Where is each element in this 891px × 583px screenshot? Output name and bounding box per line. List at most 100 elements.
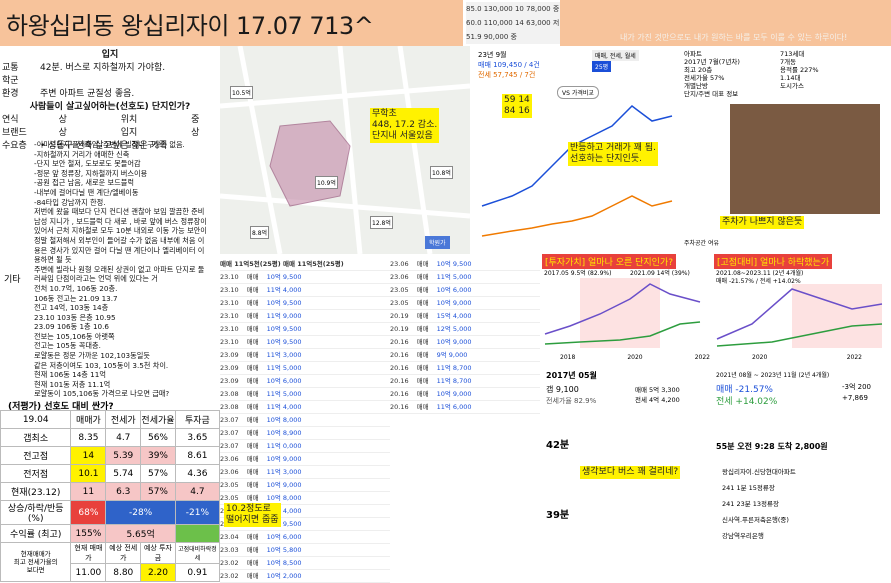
row-cell: 20.16 [390, 338, 409, 346]
row-cell: 매매 [416, 299, 429, 307]
cmp-cell: 3.65 [174, 428, 221, 447]
route-stop: 신사역.푸른저축은행(중) [722, 516, 789, 524]
table-row: 23.06 매매 10억 9,000 [220, 453, 390, 466]
row-label: 브랜드 [2, 128, 27, 138]
change-label: 상승/하락/반등(%) [0, 500, 72, 525]
row-cell: 23.10 [220, 312, 239, 320]
investment-chart: [투자가치] 얼마나 오른 단지인가? 2017.05 9.5억 (82.9%)… [540, 254, 710, 366]
table-row: 20.16 매매 11억 6,000 [390, 401, 540, 414]
table-row: 20.19 매매 15억 4,000 [390, 310, 540, 323]
rate-blank [174, 524, 221, 543]
row-cell: 23.08 [220, 403, 239, 411]
row-value: 42분. 버스로 지하철까지 가야함. [40, 63, 166, 73]
bottom-header: 예상 전세가 [105, 542, 142, 564]
row-cell: 23.07 [220, 442, 239, 450]
fact: 아파트 [684, 50, 702, 58]
map-price-tag[interactable]: 8.8억 [250, 226, 270, 239]
rate-label: 수익률 (최고) [0, 524, 72, 543]
row-cell: 매매 [246, 429, 259, 437]
row-cell: 23.05 [220, 481, 239, 489]
bottom-value: 11.00 [70, 563, 107, 582]
fact: 전세가율 57% [684, 74, 725, 82]
row-cell: 매매 [416, 351, 429, 359]
gap-panel: 2017년 05월 갭 9,100 전세가율 82.9% 매매 5억 3,300… [540, 366, 710, 575]
row-cell: 매매 [246, 533, 259, 541]
row-cell: 23.06 [220, 468, 239, 476]
sale-amount: -3억 200 [842, 383, 872, 391]
row-price: 11억 5,000 [436, 273, 472, 281]
list2-rows: 23.06 매매 10억 9,500 23.06 매매 11억 5,000 23.05 매매 1… [390, 258, 540, 414]
gap-date: 2017년 05월 [546, 371, 597, 380]
jeonse-amount: +7,869 [842, 394, 868, 402]
table-row: 23.07 매매 10억 8,900 [220, 427, 390, 440]
row-cell: 매매 [246, 572, 259, 580]
cmp-cell: 57% [140, 482, 176, 501]
gap-jeonse: 전세 4억 4,200 [635, 396, 680, 404]
row-price: 10억 9,500 [266, 325, 302, 333]
row-price: 10억 6,000 [266, 533, 302, 541]
commute-time: 39분 [546, 510, 570, 521]
row-price: 10억 2,000 [266, 572, 302, 580]
row-cell: 매매 [246, 377, 259, 385]
bus-note: 생각보다 버스 꽤 걸리네? [580, 466, 681, 479]
row-cell: 매매 [246, 351, 259, 359]
tick-label: 2020 [627, 354, 643, 361]
row-price: 12억 5,000 [436, 325, 472, 333]
list-tabs: 매매 11억5천(25평) 매매 11억5천(25평) [220, 258, 390, 271]
list1-rows: 23.10 매매 10억 9,500 23.10 매매 11억 4,000 23.10 매매 1… [220, 271, 390, 583]
row-price: 10억 9,000 [266, 455, 302, 463]
cmp-label: 전고점 [0, 446, 72, 465]
row-cell: 23.09 [220, 351, 239, 359]
row-key2: 위치 [120, 115, 138, 125]
list-tab[interactable]: 매매 11억5천(25평) [283, 260, 344, 268]
academy-button[interactable]: 학원가 [425, 236, 450, 249]
table-row: 23.10 매매 10억 9,500 [220, 297, 390, 310]
change-down: -28% [105, 500, 176, 525]
table-row: 23.06 매매 11억 5,000 [390, 271, 540, 284]
cmp-cell: 10.1 [70, 464, 107, 483]
chart2-axis: 2018 2020 2022 [560, 354, 710, 361]
transaction-list-1: 매매 11억5천(25평) 매매 11억5천(25평) 23.10 매매 10억 9… [220, 258, 390, 583]
tick-label: 2018 [560, 354, 576, 361]
map-price-tag[interactable]: 10.9억 [315, 176, 338, 189]
row-cell: 20.16 [390, 390, 409, 398]
table-row: 20.16 매매 9억 9,000 [390, 349, 540, 362]
route-stop: 241 23분 13정류장 [722, 500, 780, 508]
row-label: 교통 [2, 63, 19, 73]
row-cell: 23.06 [220, 455, 239, 463]
fact: 최고 20층 [684, 66, 713, 74]
map-price-tag[interactable]: 12.8억 [370, 216, 393, 229]
list-tab[interactable]: 매매 11억5천(25평) [220, 260, 281, 268]
row-price: 11억 3,000 [266, 351, 302, 359]
row-price: 11억 4,000 [266, 403, 302, 411]
map-panel[interactable]: 무학초 448, 17.2 감소. 단지내 서울있음 10.5억 8.8억 10… [220, 46, 470, 254]
table-row: 23.02 매매 10억 2,000 [220, 570, 390, 583]
bottom-header: 현재 매매가 [70, 542, 107, 564]
row-cell: 23.10 [220, 286, 239, 294]
row-cell: 20.16 [390, 364, 409, 372]
route-summary: 55분 오전 9:28 도착 2,800원 [716, 442, 828, 451]
cmp-cell: 8.35 [70, 428, 107, 447]
row-price: 11억 9,000 [266, 312, 302, 320]
transaction-list-2: 23.06 매매 10억 9,500 23.06 매매 11억 5,000 23.05 매매 1… [390, 258, 540, 575]
stats-row: 51.9 90,000 중 [466, 33, 517, 41]
row-cell: 매매 [246, 559, 259, 567]
table-row: 23.09 매매 11억 3,000 [220, 349, 390, 362]
stats-row: 85.0 130,000 10 78,000 중 [466, 5, 560, 13]
row-price: 10억 6,000 [436, 286, 472, 294]
map-price-tag[interactable]: 10.5억 [230, 86, 253, 99]
row-price: 10억 9,500 [266, 338, 302, 346]
row-price: 11억 5,000 [266, 390, 302, 398]
cmp-cell: 4.7 [105, 428, 142, 447]
row-cell: 20.16 [390, 351, 409, 359]
bottom-header: 예상 투자금 [140, 542, 176, 564]
row-cell: 매매 [246, 338, 259, 346]
row-price: 15억 4,000 [436, 312, 472, 320]
fact: 713세대 [780, 50, 805, 58]
row-price: 11억 5,000 [266, 364, 302, 372]
map-price-tag[interactable]: 10.8억 [430, 166, 453, 179]
route-stop: 241 1분 15정류장 [722, 484, 775, 492]
row-cell: 20.16 [390, 403, 409, 411]
row-price: 10억 9,000 [436, 299, 472, 307]
row-price: 11억 8,700 [436, 377, 472, 385]
